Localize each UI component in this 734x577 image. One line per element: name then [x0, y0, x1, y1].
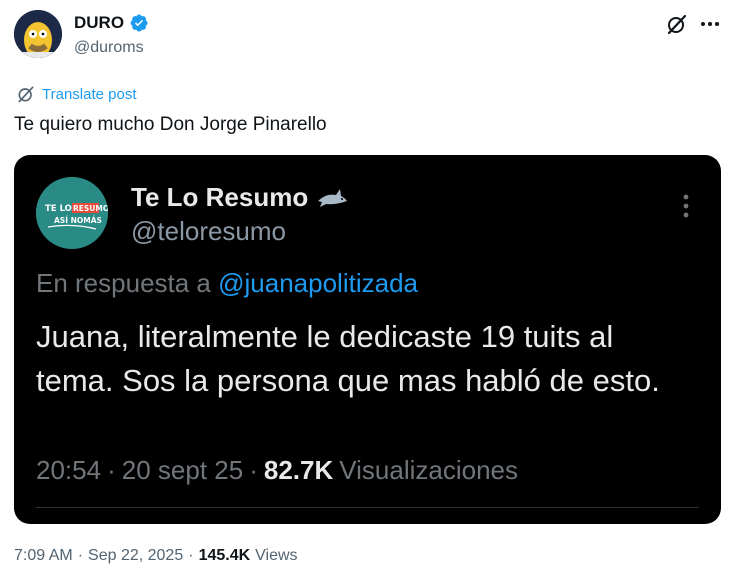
verified-badge-icon: [130, 14, 148, 32]
author-name[interactable]: DURO: [74, 13, 124, 33]
reply-prefix: En respuesta a: [36, 268, 211, 298]
views-label: Views: [255, 547, 298, 564]
separator: ·: [77, 547, 84, 564]
translate-post-button[interactable]: Translate post: [16, 84, 137, 104]
quoted-post-meta: 20:54 · 20 sept 25 · 82.7K Visualizacion…: [36, 455, 518, 486]
separator: ·: [107, 455, 116, 485]
more-vertical-icon[interactable]: [674, 192, 698, 220]
reply-context: En respuesta a @juanapolitizada: [36, 268, 418, 299]
post-time[interactable]: 7:09 AM: [14, 547, 73, 565]
quoted-author-name-row: Te Lo Resumo: [131, 182, 348, 213]
svg-text:ASÍ NOMÁS: ASÍ NOMÁS: [54, 216, 102, 225]
quoted-post-date[interactable]: 20 sept 25: [122, 455, 243, 486]
svg-text:TE LO: TE LO: [45, 204, 72, 214]
svg-text:RESUMO: RESUMO: [73, 204, 108, 213]
quoted-post-text: Juana, literalmente le dedicaste 19 tuit…: [36, 319, 660, 398]
post-date[interactable]: Sep 22, 2025: [88, 547, 183, 565]
quoted-author-name[interactable]: Te Lo Resumo: [131, 182, 308, 213]
quoted-author-handle[interactable]: @teloresumo: [131, 216, 286, 247]
translate-icon: [18, 86, 34, 103]
quoted-views-count: 82.7K: [263, 455, 334, 485]
author-name-row: DURO: [74, 13, 149, 33]
author-handle[interactable]: @duroms: [74, 39, 144, 57]
quoted-views-label: Visualizaciones: [339, 455, 518, 485]
quoted-post-time[interactable]: 20:54: [36, 455, 101, 486]
post-text: Te quiero mucho Don Jorge Pinarello: [14, 114, 327, 135]
quoted-divider: [36, 507, 699, 508]
more-horizontal-icon[interactable]: [698, 12, 722, 36]
separator: ·: [188, 547, 194, 564]
quoted-author-avatar[interactable]: TE LO RESUMO ASÍ NOMÁS: [36, 177, 108, 249]
post-meta: 7:09 AM · Sep 22, 2025 · 145.4K Views: [14, 547, 298, 565]
quoted-post-card[interactable]: TE LO RESUMO ASÍ NOMÁS Te Lo Resumo @tel…: [14, 155, 721, 524]
grok-icon[interactable]: [665, 12, 689, 36]
views-count: 145.4K: [198, 547, 251, 564]
author-avatar[interactable]: [14, 10, 62, 58]
shark-icon: [318, 188, 348, 207]
post-header: DURO @duroms: [14, 10, 720, 62]
separator: ·: [249, 455, 258, 485]
reply-to-link[interactable]: @juanapolitizada: [218, 268, 418, 298]
translate-post-label: Translate post: [42, 85, 137, 103]
